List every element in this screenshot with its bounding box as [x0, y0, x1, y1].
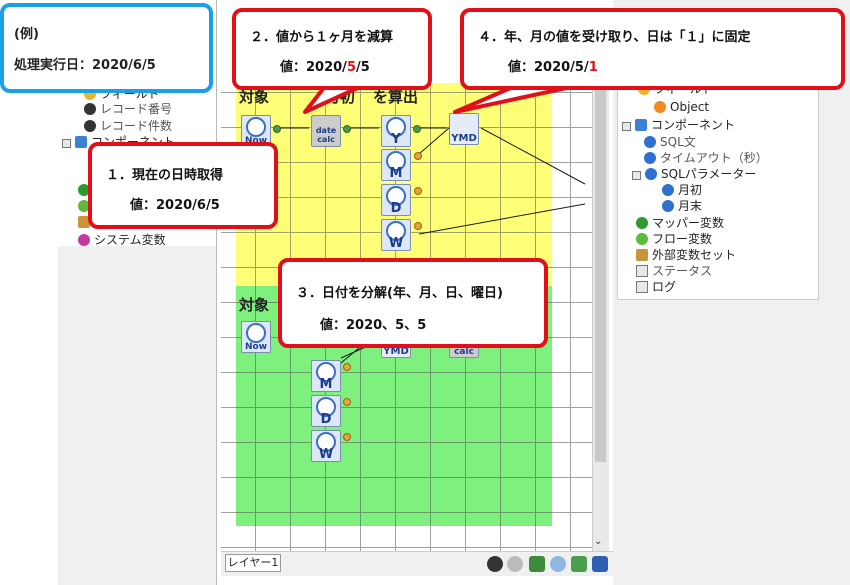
callout-subtract-month: ２．値から１ヶ月を減算 値：2020/5/5: [232, 8, 432, 90]
callout-title: １．現在の日時取得: [106, 168, 224, 183]
value-part: 値：2020/: [280, 60, 347, 75]
value-highlight: 5: [346, 60, 356, 75]
callout-title: ４．年、月の値を受け取り、日は「１」に固定: [478, 30, 751, 45]
callout-split-date: ３．日付を分解(年、月、日、曜日) 値：2020、5、5: [278, 258, 548, 348]
callout-value: 値：2020/5/1: [508, 56, 598, 75]
callout-fix-day: ４．年、月の値を受け取り、日は「１」に固定 値：2020/5/1: [460, 8, 845, 90]
callout-value: 値：2020、5、5: [320, 318, 427, 333]
value-part: 値：2020/5/: [508, 60, 589, 75]
callout-get-datetime: １．現在の日時取得 値：2020/6/5: [88, 142, 278, 229]
callout-title: ３．日付を分解(年、月、日、曜日): [296, 286, 503, 301]
value-part: /5: [355, 60, 370, 75]
callout-value: 値：2020/5/5: [280, 56, 370, 75]
callout-value: 値：2020/6/5: [130, 198, 220, 213]
value-highlight: 1: [588, 60, 598, 75]
callout-title: ２．値から１ヶ月を減算: [250, 30, 394, 45]
